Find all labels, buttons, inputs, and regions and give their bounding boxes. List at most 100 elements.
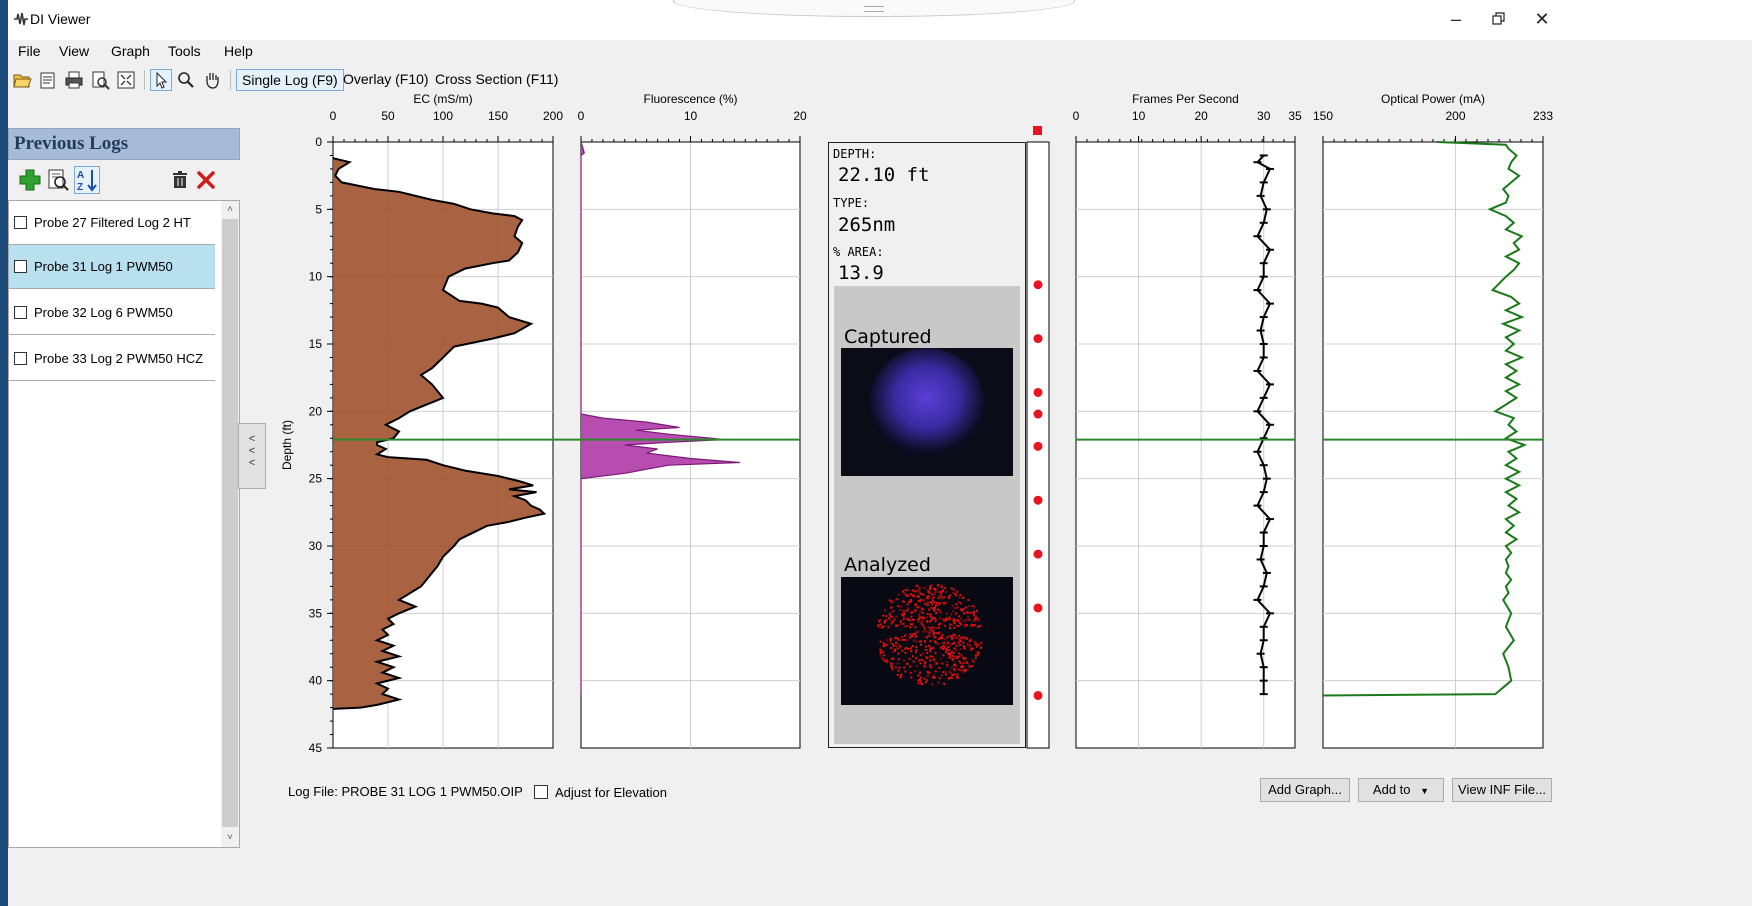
analyzed-pixel <box>939 593 942 596</box>
analyzed-pixel <box>953 618 956 621</box>
analyzed-pixel <box>927 626 930 629</box>
analyzed-pixel <box>922 598 925 601</box>
analyzed-pixel <box>929 615 932 618</box>
type-value: 265nm <box>838 214 896 236</box>
analyzed-pixel <box>968 665 971 668</box>
analyzed-pixel <box>960 636 963 639</box>
analyzed-pixel <box>945 643 948 646</box>
analyzed-pixel <box>967 605 970 608</box>
analyzed-pixel <box>946 665 949 668</box>
image-marker-dot[interactable] <box>1033 334 1043 344</box>
analyzed-pixel <box>915 640 918 643</box>
analyzed-pixel <box>957 668 960 671</box>
add-to-label: Add to <box>1372 782 1411 797</box>
add-graph-button[interactable]: Add Graph... <box>1260 778 1350 802</box>
depth-label: DEPTH: <box>833 147 877 161</box>
adjust-elevation-checkbox[interactable] <box>534 785 548 799</box>
analyzed-pixel <box>946 612 948 615</box>
analyzed-pixel <box>897 669 900 672</box>
analyzed-pixel <box>891 667 894 670</box>
image-marker-dot[interactable] <box>1033 495 1043 505</box>
image-marker-dot[interactable] <box>1033 690 1043 700</box>
analyzed-pixel <box>951 673 954 676</box>
analyzed-pixel <box>958 615 961 618</box>
analyzed-pixel <box>910 676 913 679</box>
analyzed-pixel <box>889 641 892 644</box>
analyzed-pixel <box>967 599 970 601</box>
analyzed-pixel <box>958 622 961 624</box>
analyzed-pixel <box>904 609 907 612</box>
analyzed-pixel <box>879 649 882 652</box>
analyzed-pixel <box>902 610 905 612</box>
analyzed-pixel <box>897 605 900 608</box>
analyzed-pixel <box>890 647 893 650</box>
analyzed-pixel <box>922 624 925 627</box>
image-marker-dot[interactable] <box>1033 409 1043 419</box>
analyzed-pixel <box>888 599 891 602</box>
x-tick-label: 0 <box>330 109 337 123</box>
analyzed-pixel <box>911 655 914 658</box>
analyzed-pixel <box>906 662 908 665</box>
image-marker-dot[interactable] <box>1033 387 1043 397</box>
analyzed-pixel <box>898 666 901 669</box>
analyzed-pixel <box>882 614 885 617</box>
analyzed-pixel <box>951 658 954 661</box>
analyzed-pixel <box>939 622 942 625</box>
analyzed-pixel <box>926 657 929 660</box>
analyzed-pixel <box>932 596 935 599</box>
analyzed-pixel <box>911 622 914 625</box>
analyzed-pixel <box>940 610 943 613</box>
analyzed-pixel <box>906 603 909 606</box>
analyzed-pixel <box>943 641 946 644</box>
analyzed-pixel <box>963 647 966 650</box>
image-marker-dot[interactable] <box>1033 549 1043 559</box>
analyzed-pixel <box>910 593 913 596</box>
track-title: EC (mS/m) <box>413 92 472 106</box>
analyzed-pixel <box>932 633 935 636</box>
analyzed-pixel <box>953 607 956 610</box>
analyzed-pixel <box>901 649 904 652</box>
analyzed-pixel <box>947 656 950 659</box>
analyzed-pixel <box>879 654 882 657</box>
analyzed-pixel <box>880 651 883 654</box>
x-tick-label: 20 <box>1194 109 1208 123</box>
track-0: 0 50 100 150 200 EC (mS/m) <box>330 92 563 749</box>
analyzed-pixel <box>955 665 957 668</box>
analyzed-pixel <box>927 644 930 647</box>
analyzed-pixel <box>929 613 932 616</box>
analyzed-pixel <box>892 657 895 660</box>
image-marker-dot[interactable] <box>1033 603 1043 613</box>
analyzed-pixel <box>950 636 953 639</box>
analyzed-pixel <box>963 612 966 615</box>
depth-tick-label: 30 <box>309 539 323 553</box>
analyzed-pixel <box>926 620 929 623</box>
analyzed-pixel <box>952 642 955 645</box>
analyzed-pixel <box>896 674 899 676</box>
analyzed-pixel <box>917 606 920 609</box>
analyzed-pixel <box>971 665 974 668</box>
analyzed-pixel <box>914 626 917 629</box>
analyzed-pixel <box>921 683 924 686</box>
view-inf-file-button[interactable]: View INF File... <box>1452 778 1552 802</box>
analyzed-pixel <box>966 611 969 613</box>
analyzed-pixel <box>909 623 912 626</box>
analyzed-pixel <box>926 601 929 604</box>
image-marker-dot[interactable] <box>1033 280 1043 290</box>
analyzed-pixel <box>942 654 945 657</box>
depth-tick-label: 0 <box>315 135 322 149</box>
x-tick-label: 20 <box>793 109 807 123</box>
analyzed-pixel <box>904 593 907 596</box>
analyzed-pixel <box>969 611 972 614</box>
analyzed-pixel <box>943 596 946 599</box>
add-to-dropdown[interactable]: Add to ▼ <box>1358 778 1444 802</box>
image-marker-dot[interactable] <box>1033 441 1043 451</box>
analyzed-pixel <box>914 657 917 660</box>
analyzed-pixel <box>929 647 932 650</box>
analyzed-pixel <box>925 681 928 684</box>
analyzed-pixel <box>977 643 980 646</box>
analyzed-pixel <box>941 584 944 587</box>
analyzed-label: Analyzed <box>844 554 931 576</box>
analyzed-pixel <box>918 592 921 595</box>
analyzed-pixel <box>951 604 954 607</box>
analyzed-pixel <box>918 659 921 662</box>
